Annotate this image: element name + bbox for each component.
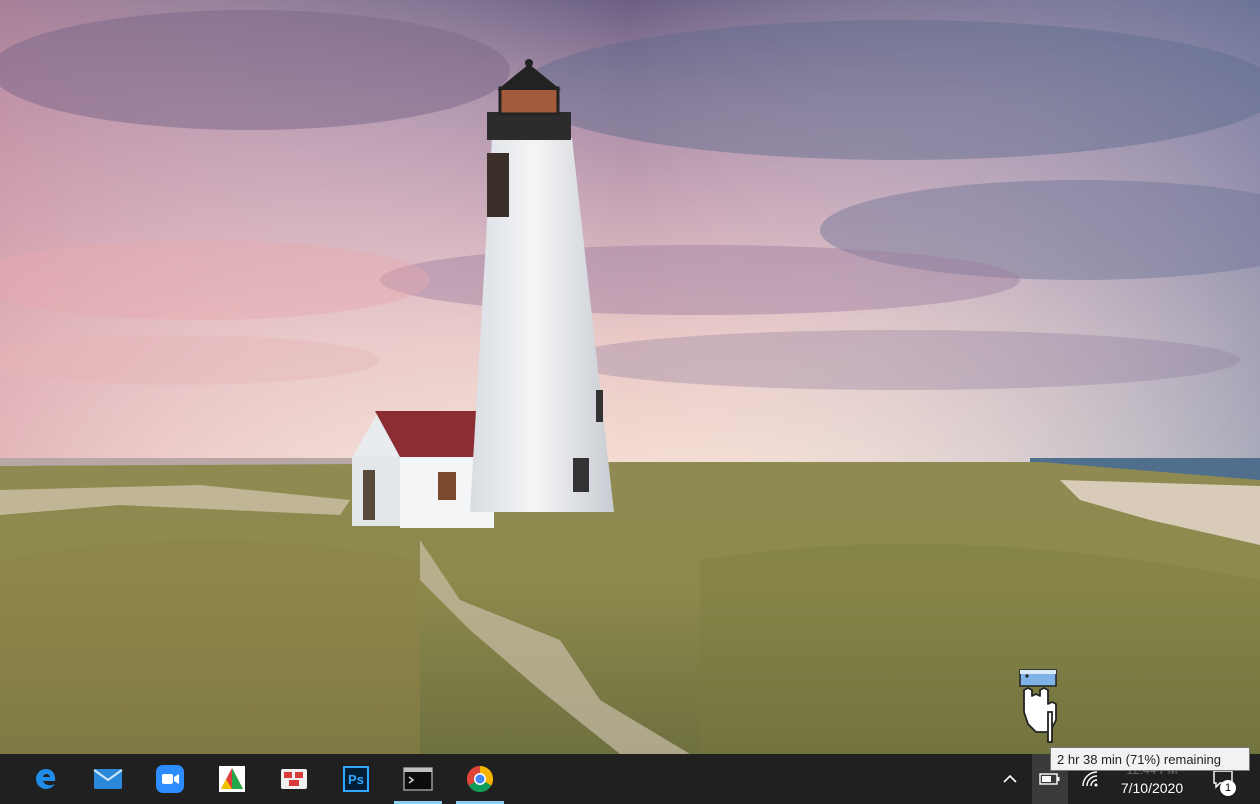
wifi-icon — [1082, 771, 1098, 787]
lighthouse-wallpaper — [0, 0, 1260, 754]
notification-count-badge: 1 — [1220, 780, 1236, 796]
taskbar-photoshop[interactable]: Ps — [332, 754, 380, 804]
battery-icon — [1039, 773, 1060, 785]
taskbar-zoom[interactable] — [146, 754, 194, 804]
taskbar-mail[interactable] — [84, 754, 132, 804]
zoom-icon — [156, 765, 184, 793]
battery-tooltip: 2 hr 38 min (71%) remaining — [1050, 747, 1250, 771]
taskbar-edge[interactable] — [22, 754, 70, 804]
edge-icon — [36, 769, 56, 789]
taskbar-command-prompt[interactable] — [394, 754, 442, 804]
hand-cursor-icon — [1019, 669, 1057, 743]
photoshop-icon-label: Ps — [348, 771, 364, 787]
taskbar-paint-3d[interactable] — [208, 754, 256, 804]
chevron-up-icon — [1003, 774, 1017, 783]
remote-desktop-icon — [281, 769, 307, 789]
show-hidden-icons-button[interactable] — [996, 754, 1024, 804]
paint-3d-icon — [219, 766, 245, 792]
mail-icon — [93, 769, 123, 789]
terminal-icon — [403, 767, 433, 791]
clock-date: 7/10/2020 — [1120, 780, 1184, 796]
taskbar-chrome[interactable] — [456, 754, 504, 804]
taskbar-remote-desktop[interactable] — [270, 754, 318, 804]
photoshop-icon: Ps — [343, 766, 369, 792]
desktop-wallpaper — [0, 0, 1260, 754]
chrome-icon — [466, 765, 494, 793]
